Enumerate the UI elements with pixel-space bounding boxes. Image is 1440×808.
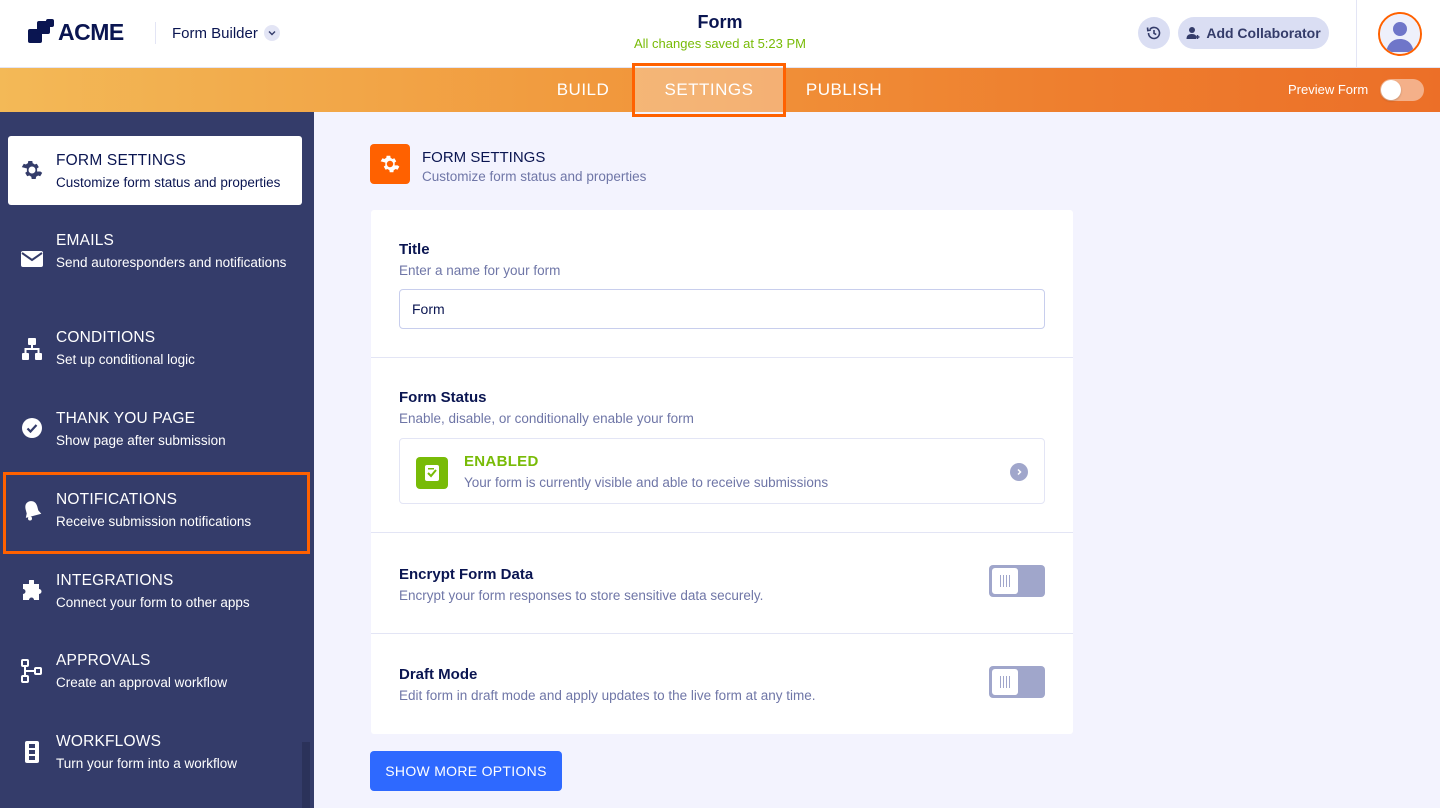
preview-toggle-knob [1381,80,1401,100]
sidebar-item-title: WORKFLOWS [56,733,162,750]
add-collaborator-button[interactable]: Add Collaborator [1178,17,1329,49]
sidebar-item-thank-you-page[interactable]: THANK YOU PAGE Show page after submissio… [8,400,302,464]
gear-icon [20,158,44,182]
form-title[interactable]: Form [520,12,920,33]
top-header: ACME Form Builder Form All changes saved… [0,0,1440,68]
tab-build[interactable]: BUILD [540,68,626,112]
draft-mode-desc: Edit form in draft mode and apply update… [399,688,816,703]
sidebar-item-title: EMAILS [56,232,115,249]
status-desc: Your form is currently visible and able … [464,475,829,490]
chevron-down-icon [263,25,280,41]
add-user-icon [1186,27,1200,39]
form-status-desc: Enable, disable, or conditionally enable… [399,411,694,426]
hierarchy-icon [20,337,44,361]
draft-mode-section: Draft Mode Edit form in draft mode and a… [371,634,1073,734]
logo-mark-icon [28,19,54,45]
sidebar-item-integrations[interactable]: INTEGRATIONS Connect your form to other … [8,562,302,626]
chevron-right-icon [1010,463,1028,481]
sidebar-item-desc: Create an approval workflow [56,675,228,690]
encrypt-toggle[interactable] [989,565,1045,597]
page-title: FORM SETTINGS [422,149,546,166]
sidebar-item-form-settings[interactable]: FORM SETTINGS Customize form status and … [8,136,302,205]
workflow-icon [20,740,44,764]
status-value: ENABLED [464,453,539,470]
history-button[interactable] [1138,17,1170,49]
form-status-selector[interactable]: ENABLED Your form is currently visible a… [399,438,1045,504]
sidebar-item-title: APPROVALS [56,652,151,669]
brand-logo[interactable]: ACME [28,18,124,46]
title-desc: Enter a name for your form [399,263,561,278]
sidebar-item-desc: Send autoresponders and notifications [56,255,287,270]
header-separator [1356,0,1357,68]
flow-icon [20,659,44,683]
preview-form-label: Preview Form [1288,82,1369,97]
form-status-label: Form Status [399,389,487,406]
envelope-icon [20,247,44,271]
encrypt-section: Encrypt Form Data Encrypt your form resp… [371,533,1073,634]
sidebar-item-title: INTEGRATIONS [56,572,174,589]
sidebar-item-title: THANK YOU PAGE [56,410,196,427]
sidebar-item-conditions[interactable]: CONDITIONS Set up conditional logic [8,320,302,384]
form-title-block: Form All changes saved at 5:23 PM [520,12,920,51]
sidebar-item-desc: Show page after submission [56,433,226,448]
app-switcher[interactable]: Form Builder [172,22,280,44]
sidebar-item-workflows[interactable]: WORKFLOWS Turn your form into a workflow [8,723,302,787]
enabled-form-icon [416,457,448,489]
notifications-highlight [3,472,310,554]
draft-mode-label: Draft Mode [399,666,478,683]
user-avatar[interactable] [1378,12,1422,56]
check-circle-icon [20,416,44,440]
toggle-knob [992,669,1018,695]
sidebar-item-title: CONDITIONS [56,329,156,346]
app-switcher-label: Form Builder [172,24,258,42]
settings-card: Title Enter a name for your form Form St… [371,210,1073,734]
header-divider [155,22,156,44]
puzzle-icon [20,579,44,603]
title-label: Title [399,241,430,258]
page-subtitle: Customize form status and properties [422,169,647,184]
sidebar-item-desc: Customize form status and properties [56,175,281,190]
toggle-knob [992,568,1018,594]
sidebar-item-desc: Connect your form to other apps [56,595,250,610]
history-icon [1146,26,1161,40]
sidebar-item-title: FORM SETTINGS [56,152,187,169]
show-more-options-button[interactable]: SHOW MORE OPTIONS [370,751,562,791]
gear-icon [370,144,410,184]
title-section: Title Enter a name for your form [371,210,1073,358]
form-title-input[interactable] [399,289,1045,329]
user-icon [1380,14,1420,54]
brand-name: ACME [58,18,124,45]
sidebar-item-desc: Set up conditional logic [56,352,195,367]
preview-form-toggle[interactable] [1380,79,1424,101]
save-status: All changes saved at 5:23 PM [634,36,806,51]
sidebar-item-desc: Turn your form into a workflow [56,756,238,771]
tab-publish[interactable]: PUBLISH [796,68,892,112]
encrypt-desc: Encrypt your form responses to store sen… [399,588,764,603]
draft-mode-toggle[interactable] [989,666,1045,698]
settings-tab-highlight [632,63,786,117]
encrypt-label: Encrypt Form Data [399,566,534,583]
add-collaborator-label: Add Collaborator [1206,25,1321,41]
sidebar-item-emails[interactable]: EMAILS Send autoresponders and notificat… [8,222,302,302]
sidebar-item-approvals[interactable]: APPROVALS Create an approval workflow [8,642,302,706]
